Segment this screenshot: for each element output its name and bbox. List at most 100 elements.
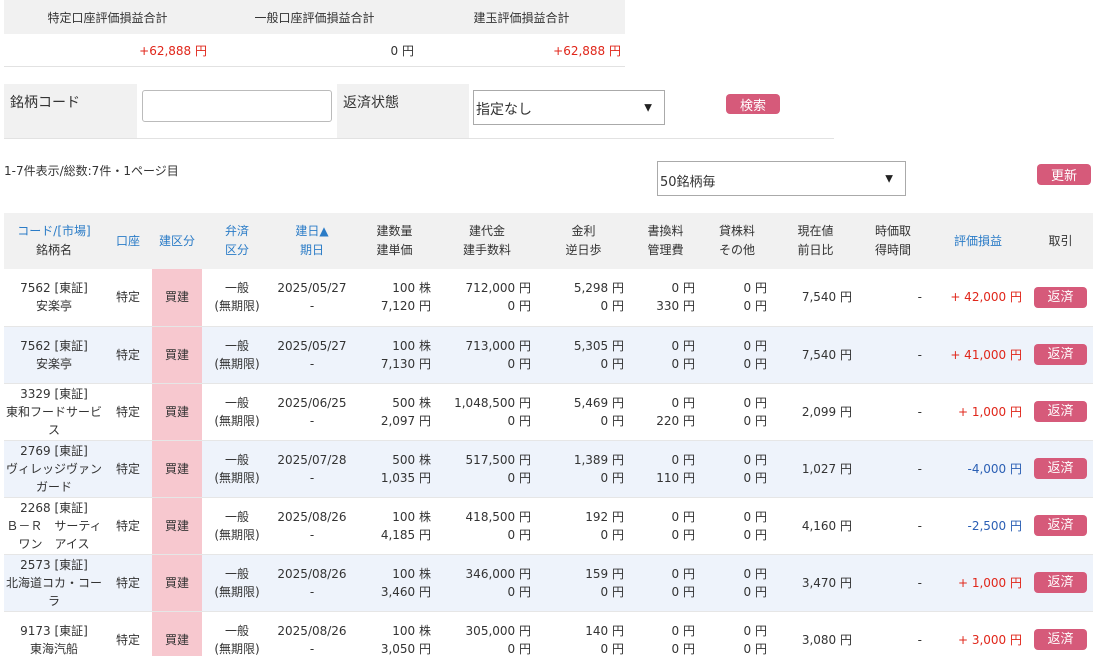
summary-header-ippan: 一般口座評価損益合計: [254, 10, 375, 25]
cell-repay: 一般 (無期限): [202, 326, 272, 384]
cell-lend: 0 円0 円: [701, 326, 773, 384]
cell-type: 買建: [152, 497, 202, 555]
code-input[interactable]: [142, 90, 332, 122]
qty: 100 株: [392, 566, 431, 581]
per-page-select[interactable]: 50銘柄毎 ▼: [657, 161, 906, 196]
stock-name: 北海道コカ・コーラ: [5, 575, 102, 608]
refresh-button[interactable]: 更新: [1037, 164, 1091, 185]
cell-repay: 一般 (無期限): [202, 269, 272, 327]
col-account[interactable]: 口座: [104, 213, 152, 269]
cell-trade: 返済: [1028, 440, 1093, 498]
repay-type: 一般: [224, 509, 249, 524]
gyakuhibu: 0 円: [600, 584, 624, 599]
other-fee: 0 円: [743, 527, 767, 542]
kashikabu-fee: 0 円: [743, 281, 767, 296]
gyakuhibu: 0 円: [600, 356, 624, 371]
summary-value-tokutei: +62,888 円: [139, 43, 207, 58]
col-fee: 書換料 管理費: [630, 213, 701, 269]
repay-button[interactable]: 返済: [1034, 572, 1087, 593]
repay-type: 一般: [224, 623, 249, 638]
chevron-down-icon: ▼: [644, 102, 652, 113]
other-fee: 0 円: [743, 356, 767, 371]
kashikabu-fee: 0 円: [743, 338, 767, 353]
unit-price: 3,050 円: [380, 641, 431, 656]
repay-button[interactable]: 返済: [1034, 401, 1087, 422]
unit-price: 2,097 円: [380, 413, 431, 428]
cell-date: 2025/08/26 -: [272, 554, 352, 612]
cell-date: 2025/05/27 -: [272, 269, 352, 327]
col-fee-a: 書換料: [647, 224, 684, 238]
cell-amount: 305,000 円 0 円: [437, 611, 537, 656]
kanri-fee: 330 円: [656, 299, 695, 314]
cell-type: 買建: [152, 269, 202, 327]
repay-button[interactable]: 返済: [1034, 515, 1087, 536]
cell-fees: 0 円0 円: [630, 611, 701, 656]
status-select[interactable]: 指定なし ▼: [473, 90, 665, 125]
sort-market-link[interactable]: [市場]: [57, 224, 90, 238]
col-pl[interactable]: 評価損益: [928, 213, 1028, 269]
open-fee: 0 円: [507, 356, 531, 371]
cell-qty: 500 株 2,097 円: [352, 383, 437, 441]
cell-fees: 0 円 330 円: [630, 269, 701, 327]
cell-lend: 0 円0 円: [701, 497, 773, 555]
per-page-value: 50銘柄毎: [660, 175, 716, 190]
col-repay-b: 区分: [224, 243, 249, 257]
cell-trade: 返済: [1028, 497, 1093, 555]
cell-date: 2025/06/25 -: [272, 383, 352, 441]
unit-price: 4,185 円: [380, 527, 431, 542]
col-price-a: 現在値: [797, 224, 834, 238]
col-type[interactable]: 建区分: [152, 213, 202, 269]
cell-amount: 418,500 円 0 円: [437, 497, 537, 555]
cell-date: 2025/08/26 -: [272, 497, 352, 555]
cell-trade: 返済: [1028, 554, 1093, 612]
repay-button[interactable]: 返済: [1034, 344, 1087, 365]
col-int-b: 逆日歩: [565, 243, 602, 257]
sort-code-link[interactable]: コード/: [17, 224, 57, 238]
repay-sub: (無期限): [214, 470, 260, 485]
cell-pl: + 1,000 円: [928, 554, 1028, 612]
kashikabu-fee: 0 円: [743, 452, 767, 467]
col-time: 時価取 得時間: [858, 213, 928, 269]
gyakuhibu: 0 円: [600, 527, 624, 542]
unit-price: 7,120 円: [380, 299, 431, 314]
cell-pl: -2,500 円: [928, 497, 1028, 555]
stock-name: 東和フードサービス: [5, 404, 102, 437]
open-fee: 0 円: [507, 470, 531, 485]
stock-code: 3329 [東証]: [20, 386, 88, 401]
repay-button[interactable]: 返済: [1034, 629, 1087, 650]
cell-time: -: [858, 497, 928, 555]
interest: 159 円: [585, 566, 624, 581]
due-date: -: [309, 356, 315, 371]
positions-table: コード/[市場] 銘柄名 口座 建区分 弁済 区分 建日▲ 期日 建数量 建単価 建代金…: [4, 213, 1093, 656]
cell-lend: 0 円0 円: [701, 611, 773, 656]
cell-interest: 1,389 円 0 円: [537, 440, 630, 498]
col-date-a: 建日▲: [295, 224, 329, 238]
cell-pl: + 41,000 円: [928, 326, 1028, 384]
cell-repay: 一般 (無期限): [202, 440, 272, 498]
col-repay[interactable]: 弁済 区分: [202, 213, 272, 269]
cell-code-name: 3329 [東証] 東和フードサービス: [4, 383, 104, 441]
stock-name: 安楽亭: [35, 356, 72, 371]
repay-button[interactable]: 返済: [1034, 458, 1087, 479]
status-select-value: 指定なし: [476, 102, 532, 118]
kanri-fee: 220 円: [656, 413, 695, 428]
due-date: -: [309, 584, 315, 599]
col-date[interactable]: 建日▲ 期日: [272, 213, 352, 269]
col-repay-a: 弁済: [224, 224, 249, 238]
cell-price: 7,540 円: [773, 269, 858, 327]
amount: 517,500 円: [465, 452, 531, 467]
repay-type: 一般: [224, 395, 249, 410]
cell-type: 買建: [152, 440, 202, 498]
col-amt-a: 建代金: [468, 224, 505, 238]
col-qty-b: 建単価: [376, 243, 413, 257]
stock-code: 2573 [東証]: [20, 557, 88, 572]
kakikae-fee: 0 円: [671, 281, 695, 296]
repay-button[interactable]: 返済: [1034, 286, 1087, 308]
interest: 5,469 円: [573, 395, 624, 410]
cell-fees: 0 円0 円: [630, 554, 701, 612]
col-code[interactable]: コード/[市場] 銘柄名: [4, 213, 104, 269]
open-date: 2025/08/26: [277, 509, 347, 524]
status-label: 返済状態: [337, 84, 469, 138]
cell-interest: 5,298 円 0 円: [537, 269, 630, 327]
search-button[interactable]: 検索: [726, 94, 780, 114]
